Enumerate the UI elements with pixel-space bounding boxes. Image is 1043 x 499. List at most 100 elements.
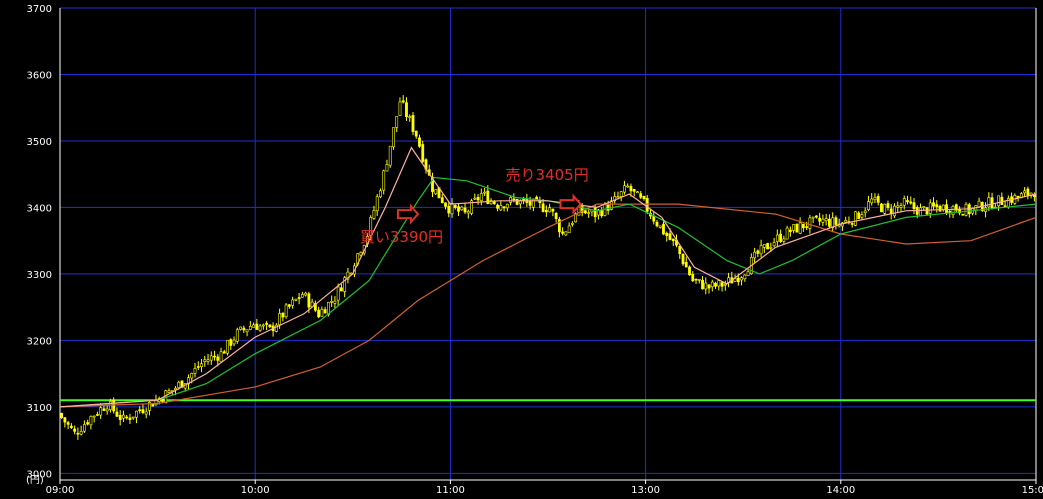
candle-body <box>505 203 509 209</box>
candle-body <box>453 205 457 208</box>
candle-body <box>265 322 268 325</box>
candle-body <box>554 212 558 220</box>
candle-body <box>466 211 470 214</box>
candle-body <box>1000 196 1004 205</box>
candle-body <box>239 326 242 330</box>
candle-body <box>925 207 929 215</box>
candle-body <box>444 202 447 207</box>
candle-body <box>333 300 337 304</box>
candle-body <box>863 210 867 214</box>
candle-body <box>632 188 636 192</box>
candle-body <box>691 273 695 282</box>
x-tick-label: 15:00 <box>1022 485 1043 496</box>
candle-body <box>544 209 548 213</box>
candle-body <box>229 339 233 346</box>
candle-body <box>1026 188 1030 196</box>
candle-body <box>636 191 639 194</box>
candle-body <box>938 205 942 212</box>
candle-body <box>814 215 818 218</box>
candle-body <box>688 266 691 276</box>
candle-body <box>196 366 200 368</box>
candle-body <box>395 116 399 128</box>
candle-body <box>639 193 643 198</box>
candle-body <box>990 197 994 209</box>
candle-body <box>919 207 922 217</box>
candle-body <box>717 280 721 287</box>
candle-body <box>522 198 526 201</box>
candle-body <box>509 197 512 203</box>
candle-body <box>798 222 802 234</box>
candle-body <box>268 324 272 328</box>
candle-body <box>808 217 812 229</box>
candle-body <box>379 190 382 198</box>
x-tick-label: 09:00 <box>46 485 75 496</box>
candle-body <box>961 213 965 216</box>
candle-body <box>190 372 194 379</box>
candle-body <box>372 210 376 219</box>
candle-body <box>850 223 854 225</box>
candle-body <box>96 414 99 416</box>
x-tick-label: 11:00 <box>436 485 465 496</box>
candle-body <box>73 428 77 432</box>
candle-body <box>115 411 119 417</box>
y-tick-label: 3100 <box>27 403 52 414</box>
candle-body <box>89 415 93 426</box>
candle-body <box>492 201 496 205</box>
candle-body <box>616 196 620 199</box>
candle-body <box>792 224 796 231</box>
candle-body <box>483 191 486 194</box>
candle-body <box>323 309 327 314</box>
candle-body <box>252 324 255 328</box>
candle-body <box>785 227 789 240</box>
candle-body <box>834 217 838 225</box>
candle-body <box>131 416 135 419</box>
candle-body <box>655 221 659 227</box>
intraday-candlestick-chart: 3000310032003300340035003600370009:00 10:… <box>26 4 1043 496</box>
candle-body <box>382 170 386 191</box>
candle-body <box>135 410 138 418</box>
candle-body <box>83 424 86 432</box>
candle-body <box>564 231 568 236</box>
candle-body <box>909 201 913 204</box>
candle-body <box>418 137 421 147</box>
candle-body <box>447 205 451 214</box>
candle-body <box>515 198 519 205</box>
candle-body <box>512 198 516 201</box>
candle-body <box>668 233 672 240</box>
candle-body <box>496 204 499 209</box>
candle-body <box>645 197 649 212</box>
candle-body <box>92 415 96 418</box>
candle-body <box>694 278 698 281</box>
candle-body <box>876 196 880 203</box>
candle-body <box>795 223 799 233</box>
candle-body <box>928 202 932 214</box>
candle-body <box>964 204 968 216</box>
candle-body <box>701 279 704 290</box>
candle-body <box>385 164 389 172</box>
candle-body <box>707 284 711 289</box>
candle-body <box>336 286 340 301</box>
candle-body <box>261 324 265 327</box>
candle-body <box>258 325 262 331</box>
candle-body <box>60 412 64 418</box>
candle-body <box>551 208 555 212</box>
candle-body <box>291 299 295 306</box>
candle-body <box>226 339 229 354</box>
candle-body <box>209 355 213 361</box>
candle-body <box>912 202 916 209</box>
candle-body <box>805 226 809 228</box>
candle-body <box>623 185 626 193</box>
y-tick-label: 3600 <box>27 70 52 81</box>
candle-body <box>723 283 727 286</box>
candle-body <box>122 414 125 419</box>
candle-body <box>304 292 308 296</box>
candle-body <box>278 313 282 325</box>
candle-body <box>977 200 981 208</box>
candle-body <box>769 246 773 249</box>
annotation-label: 買い3390円 <box>360 228 443 246</box>
candle-body <box>330 301 334 303</box>
candle-body <box>248 325 252 330</box>
candle-body <box>317 309 321 318</box>
ma-long-line <box>59 203 1037 408</box>
candle-body <box>200 363 203 367</box>
